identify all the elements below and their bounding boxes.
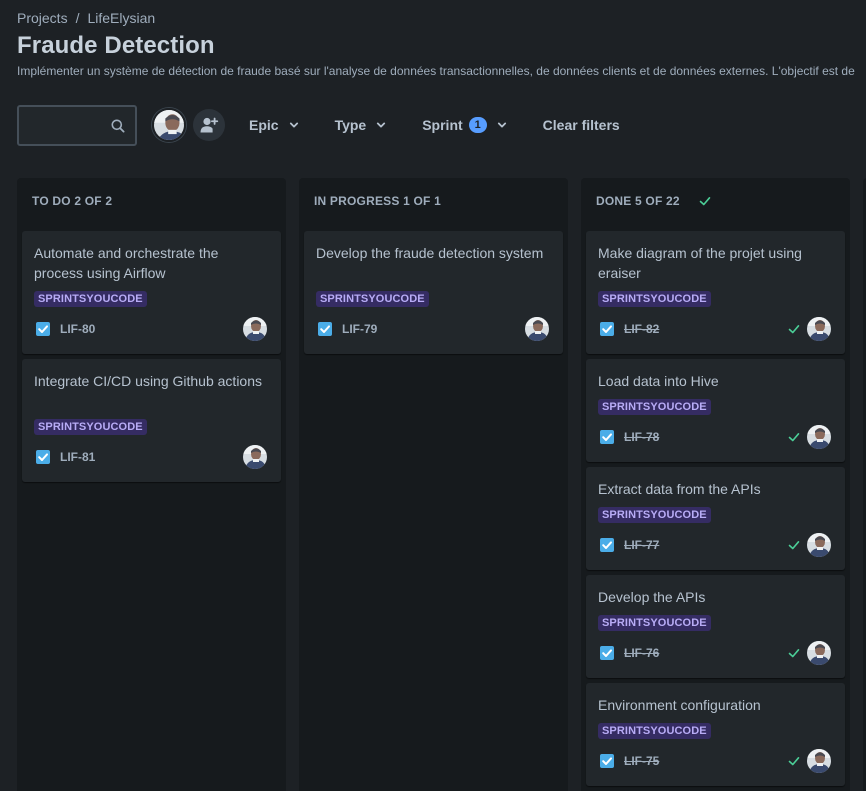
assignee-avatar[interactable] bbox=[243, 317, 267, 341]
done-check-icon bbox=[787, 646, 801, 660]
epic-filter-label: Epic bbox=[249, 117, 279, 133]
card-footer: LIF-82 bbox=[600, 317, 831, 341]
assignee-avatar[interactable] bbox=[807, 749, 831, 773]
card-footer: LIF-75 bbox=[600, 749, 831, 773]
done-check-icon bbox=[787, 430, 801, 444]
card-title: Integrate CI/CD using Github actions bbox=[34, 373, 263, 389]
issue-card[interactable]: Develop the fraude detection system SPRI… bbox=[304, 231, 563, 354]
column-done: DONE 5 OF 22 Make diagram of the projet … bbox=[581, 178, 850, 791]
chevron-down-icon bbox=[497, 120, 507, 130]
card-title: Automate and orchestrate the process usi… bbox=[34, 245, 219, 281]
card-footer: LIF-77 bbox=[600, 533, 831, 557]
issue-card[interactable]: Environment configuration SPRINTSYOUCODE… bbox=[586, 683, 845, 786]
card-title: Environment configuration bbox=[598, 697, 761, 713]
issue-key: LIF-75 bbox=[624, 754, 660, 768]
chevron-down-icon bbox=[376, 120, 386, 130]
assignee-avatar[interactable] bbox=[243, 445, 267, 469]
issue-key: LIF-78 bbox=[624, 430, 660, 444]
column-in-progress: IN PROGRESS 1 OF 1 Develop the fraude de… bbox=[299, 178, 568, 791]
sprint-filter-button[interactable]: Sprint 1 bbox=[422, 117, 506, 133]
card-footer: LIF-79 bbox=[318, 317, 549, 341]
issue-card[interactable]: Automate and orchestrate the process usi… bbox=[22, 231, 281, 354]
done-check-icon bbox=[787, 754, 801, 768]
card-title: Load data into Hive bbox=[598, 373, 719, 389]
breadcrumb: Projects / LifeElysian bbox=[17, 10, 155, 26]
issue-card[interactable]: Make diagram of the projet using eraiser… bbox=[586, 231, 845, 354]
task-type-icon bbox=[318, 322, 332, 336]
chevron-down-icon bbox=[289, 120, 299, 130]
card-title: Make diagram of the projet using eraiser bbox=[598, 245, 802, 281]
assignee-avatar[interactable] bbox=[525, 317, 549, 341]
task-type-icon bbox=[600, 322, 614, 336]
column-title: IN PROGRESS 1 OF 1 bbox=[314, 194, 441, 208]
sprint-filter-label: Sprint bbox=[422, 117, 463, 133]
assignee-avatar[interactable] bbox=[807, 533, 831, 557]
column-title: TO DO 2 OF 2 bbox=[32, 194, 113, 208]
task-type-icon bbox=[36, 450, 50, 464]
task-type-icon bbox=[600, 538, 614, 552]
page-title: Fraude Detection bbox=[17, 32, 215, 59]
avatar-image bbox=[154, 110, 184, 140]
card-footer: LIF-76 bbox=[600, 641, 831, 665]
done-check-icon bbox=[787, 322, 801, 336]
card-title: Extract data from the APIs bbox=[598, 481, 761, 497]
assignee-avatar[interactable] bbox=[807, 425, 831, 449]
issue-card[interactable]: Integrate CI/CD using Github actions SPR… bbox=[22, 359, 281, 482]
breadcrumb-separator: / bbox=[75, 10, 80, 26]
issue-card[interactable]: Develop the APIs SPRINTSYOUCODE LIF-76 bbox=[586, 575, 845, 678]
issue-card[interactable]: Load data into Hive SPRINTSYOUCODE LIF-7… bbox=[586, 359, 845, 462]
filter-bar: Epic Type Sprint 1 Clear filters bbox=[17, 104, 620, 146]
sprint-label: SPRINTSYOUCODE bbox=[598, 507, 711, 523]
task-type-icon bbox=[36, 322, 50, 336]
column-header: DONE 5 OF 22 bbox=[596, 194, 712, 208]
sprint-label: SPRINTSYOUCODE bbox=[598, 399, 711, 415]
issue-key: LIF-80 bbox=[60, 322, 96, 336]
add-person-icon bbox=[200, 117, 219, 133]
sprint-label: SPRINTSYOUCODE bbox=[598, 723, 711, 739]
type-filter-label: Type bbox=[334, 117, 367, 133]
card-footer: LIF-78 bbox=[600, 425, 831, 449]
card-footer: LIF-80 bbox=[36, 317, 267, 341]
done-check-icon bbox=[698, 194, 712, 208]
task-type-icon bbox=[600, 430, 614, 444]
breadcrumb-project-link[interactable]: LifeElysian bbox=[87, 10, 155, 26]
sprint-label: SPRINTSYOUCODE bbox=[598, 615, 711, 631]
task-type-icon bbox=[600, 754, 614, 768]
issue-card[interactable]: Extract data from the APIs SPRINTSYOUCOD… bbox=[586, 467, 845, 570]
card-footer: LIF-81 bbox=[36, 445, 267, 469]
issue-key: LIF-76 bbox=[624, 646, 660, 660]
issue-key: LIF-79 bbox=[342, 322, 378, 336]
clear-filters-button[interactable]: Clear filters bbox=[543, 117, 620, 133]
search-icon bbox=[111, 119, 125, 132]
column-todo: TO DO 2 OF 2 Automate and orchestrate th… bbox=[17, 178, 286, 791]
add-people-button[interactable] bbox=[193, 109, 225, 141]
epic-filter-button[interactable]: Epic bbox=[249, 117, 299, 133]
page-description: Implémenter un système de détection de f… bbox=[17, 64, 855, 78]
breadcrumb-projects-link[interactable]: Projects bbox=[17, 10, 68, 26]
column-header: TO DO 2 OF 2 bbox=[32, 194, 112, 208]
assignee-avatar[interactable] bbox=[807, 641, 831, 665]
sprint-label: SPRINTSYOUCODE bbox=[598, 291, 711, 307]
search-box[interactable] bbox=[17, 104, 137, 146]
user-avatar-filter[interactable] bbox=[152, 108, 186, 142]
card-title: Develop the fraude detection system bbox=[316, 245, 544, 261]
issue-key: LIF-81 bbox=[60, 450, 96, 464]
issue-key: LIF-82 bbox=[624, 322, 660, 336]
task-type-icon bbox=[600, 646, 614, 660]
column-title: DONE 5 OF 22 bbox=[596, 194, 680, 208]
type-filter-button[interactable]: Type bbox=[335, 117, 387, 133]
card-title: Develop the APIs bbox=[598, 589, 706, 605]
issue-key: LIF-77 bbox=[624, 538, 660, 552]
board-page: Projects / LifeElysian Fraude Detection … bbox=[0, 0, 866, 791]
sprint-count-badge: 1 bbox=[468, 117, 487, 133]
assignee-avatar[interactable] bbox=[807, 317, 831, 341]
sprint-label: SPRINTSYOUCODE bbox=[34, 419, 147, 435]
done-check-icon bbox=[787, 538, 801, 552]
sprint-label: SPRINTSYOUCODE bbox=[34, 291, 147, 307]
column-header: IN PROGRESS 1 OF 1 bbox=[314, 194, 441, 208]
sprint-label: SPRINTSYOUCODE bbox=[316, 291, 429, 307]
